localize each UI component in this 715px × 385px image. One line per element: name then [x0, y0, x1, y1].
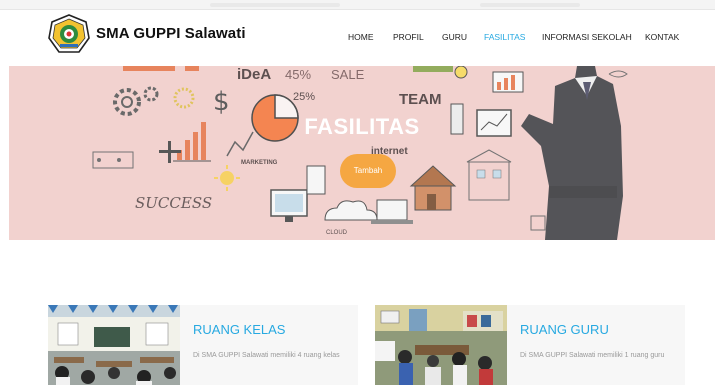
nav-item-profil[interactable]: PROFIL: [393, 32, 424, 42]
hero-title: FASILITAS: [304, 114, 420, 139]
tambah-button[interactable]: Tambah: [340, 154, 396, 188]
nav-item-kontak[interactable]: KONTAK: [645, 32, 679, 42]
school-emblem-icon[interactable]: [48, 14, 90, 56]
top-strip-bar: [480, 3, 580, 7]
nav-item-home[interactable]: HOME: [348, 32, 374, 42]
facility-card[interactable]: RUANG KELAS Di SMA GUPPI Salawati memili…: [48, 305, 358, 385]
brand-name[interactable]: SMA GUPPI Salawati: [96, 25, 246, 42]
nav-item-informasi-sekolah[interactable]: INFORMASI SEKOLAH: [542, 32, 632, 42]
classroom-photo: [48, 305, 180, 385]
hero-banner: iDeA 45% SALE 25% TEAM MARKETING SUCCESS…: [9, 66, 715, 240]
hero-doodle-illustration: iDeA 45% SALE 25% TEAM MARKETING SUCCESS…: [9, 66, 715, 240]
top-strip-bar: [210, 3, 340, 7]
card-description: Di SMA GUPPI Salawati memiliki 4 ruang k…: [193, 352, 340, 359]
card-title[interactable]: RUANG KELAS: [193, 322, 285, 337]
navbar: SMA GUPPI Salawati HOME PROFIL GURU FASI…: [0, 10, 715, 66]
nav-item-guru[interactable]: GURU: [442, 32, 467, 42]
card-title[interactable]: RUANG GURU: [520, 322, 609, 337]
teacher-room-photo: [375, 305, 507, 385]
card-description: Di SMA GUPPI Salawati memiliki 1 ruang g…: [520, 352, 665, 359]
facility-card[interactable]: RUANG GURU Di SMA GUPPI Salawati memilik…: [375, 305, 685, 385]
browser-top-strip: [0, 0, 715, 10]
nav-item-fasilitas[interactable]: FASILITAS: [484, 32, 525, 42]
